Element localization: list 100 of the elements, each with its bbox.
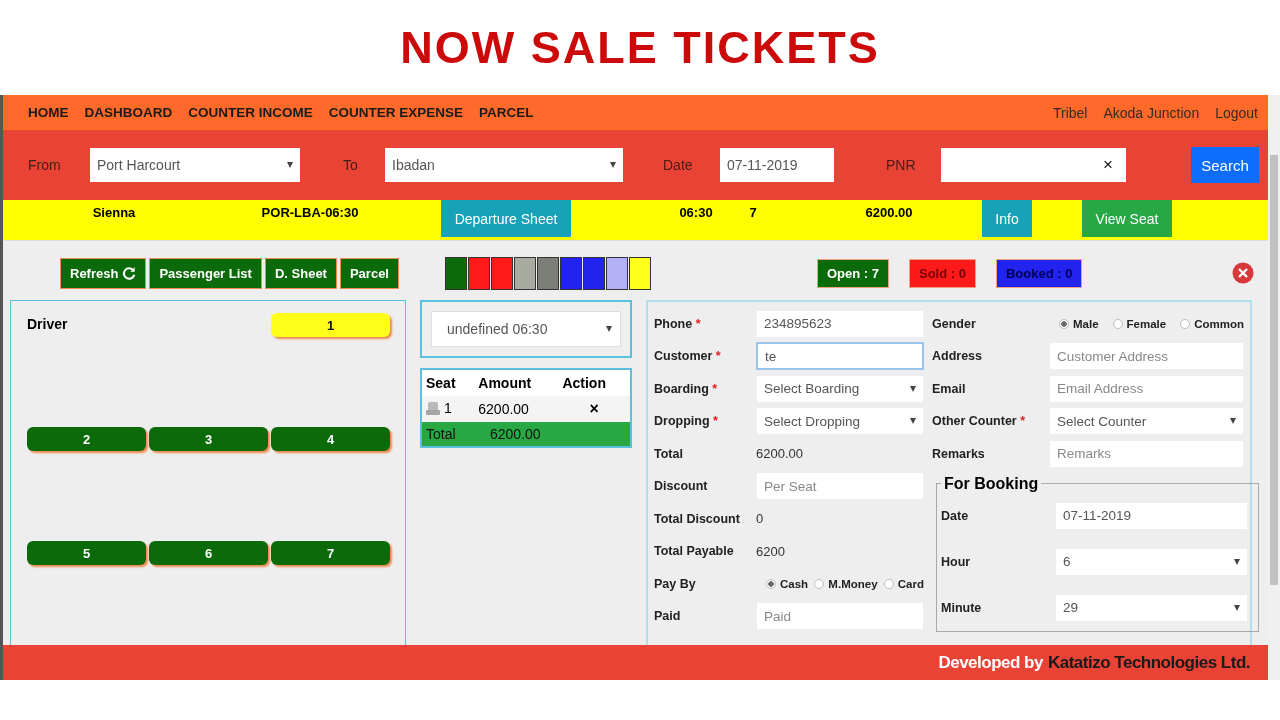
field-label: Minute <box>941 600 983 615</box>
input-field[interactable]: 234895623 <box>756 309 924 338</box>
select-field[interactable]: Select Boarding <box>756 374 924 403</box>
nav-link[interactable]: Logout <box>1215 104 1258 121</box>
close-icon[interactable] <box>1232 262 1254 284</box>
seat-button[interactable]: 3 <box>149 427 268 451</box>
radio-option[interactable]: M.Money <box>814 577 878 590</box>
radio-option[interactable]: Male <box>1059 317 1099 330</box>
from-label: From <box>28 157 62 173</box>
field-label: Hour <box>941 554 972 569</box>
seat-button[interactable]: 4 <box>271 427 390 451</box>
nav-link[interactable]: COUNTER EXPENSE <box>328 105 464 120</box>
video-title: NOW SALE TICKETS <box>400 21 880 74</box>
column-header: Action <box>558 369 631 396</box>
fare: 6200.00 <box>864 205 914 220</box>
column-header: Amount <box>474 369 559 396</box>
field-label: Email <box>932 381 967 396</box>
trip-time: 06:30 <box>678 205 714 220</box>
radio-option[interactable]: Cash <box>766 577 809 590</box>
select-field[interactable]: Select Dropping <box>756 407 924 436</box>
table-cell: 6200.00 <box>474 396 559 422</box>
caret-icon <box>610 162 616 168</box>
field-label: Pay By <box>654 576 697 591</box>
input-field[interactable]: Per Seat <box>756 472 924 501</box>
to-label: To <box>343 157 359 173</box>
select-field[interactable]: Select Counter <box>1049 407 1244 436</box>
trip-code: POR-LBA-06:30 <box>260 205 360 220</box>
caret-icon <box>287 162 293 168</box>
input-field[interactable]: Paid <box>756 602 924 631</box>
field-label: Boarding * <box>654 381 719 396</box>
total-amount: 6200.00 <box>490 426 541 442</box>
table-cell: 1 <box>426 400 452 417</box>
field-value: 6200.00 <box>756 446 803 462</box>
radio-option[interactable]: Female <box>1112 317 1167 330</box>
input-field[interactable]: 07-11-2019 <box>1055 501 1248 530</box>
seat-button[interactable]: 2 <box>27 427 146 451</box>
seat-button[interactable]: 1 <box>271 313 390 337</box>
caret-icon <box>1234 604 1240 611</box>
field-label: Paid <box>654 609 682 624</box>
refresh-icon <box>122 266 137 280</box>
fieldset-legend: For Booking <box>941 474 1042 493</box>
company-name: Katatizo Technologies Ltd. <box>1047 652 1250 673</box>
radio-option[interactable]: Common <box>1180 317 1244 330</box>
count-badge: Open : 7 <box>817 258 889 288</box>
field-label: Customer * <box>654 349 722 364</box>
date-field[interactable]: 07-11-2019 <box>720 148 834 182</box>
field-label: Total Payable <box>654 544 735 559</box>
seat-button[interactable]: 7 <box>271 541 390 565</box>
input-field[interactable]: te <box>756 342 924 371</box>
select-field[interactable]: 6 <box>1055 547 1248 576</box>
radio-option[interactable]: Card <box>883 577 924 590</box>
driver-label: Driver <box>27 315 69 334</box>
nav-link[interactable]: HOME <box>28 105 69 120</box>
input-field[interactable]: Remarks <box>1049 439 1244 468</box>
caret-icon <box>1230 418 1236 425</box>
from-select[interactable]: Port Harcourt <box>90 148 300 182</box>
bus-name: Sienna <box>91 205 137 220</box>
caret-icon <box>910 385 916 392</box>
seat-button[interactable]: 5 <box>27 541 146 565</box>
field-label: Discount <box>654 479 709 494</box>
clear-button[interactable]: × <box>1103 155 1119 175</box>
toolbar-button[interactable]: Passenger List <box>149 257 262 289</box>
toolbar-button[interactable]: Parcel <box>339 257 399 289</box>
caret-icon <box>1234 558 1240 565</box>
nav-link[interactable]: COUNTER INCOME <box>188 105 313 120</box>
nav-link[interactable]: PARCEL <box>479 105 534 120</box>
field-label: Address <box>932 349 984 364</box>
scrollbar[interactable] <box>1268 95 1280 680</box>
field-label: Phone * <box>654 316 702 331</box>
field-label: Dropping * <box>654 414 719 429</box>
remove-button[interactable]: × <box>589 400 599 417</box>
refresh-button[interactable]: Refresh <box>60 257 147 289</box>
seat-icon <box>426 401 440 415</box>
field-label: Other Counter * <box>932 414 1027 429</box>
date-label: Date <box>663 157 694 173</box>
seat-count: 7 <box>748 205 758 220</box>
field-label: Total Discount <box>654 511 741 526</box>
to-select[interactable]: Ibadan <box>385 148 623 182</box>
caret-icon <box>606 326 612 332</box>
field-label: Gender <box>932 316 977 331</box>
seat-button[interactable]: 6 <box>149 541 268 565</box>
field-label: Total <box>654 446 684 461</box>
caret-icon <box>910 418 916 425</box>
field-label: Date <box>941 508 970 523</box>
input-field[interactable]: Customer Address <box>1049 342 1244 371</box>
field-value: 0 <box>756 511 764 527</box>
search-button[interactable]: Search <box>1191 147 1259 183</box>
column-header: Seat <box>421 369 475 396</box>
field-label: Remarks <box>932 446 986 461</box>
select-field[interactable]: 29 <box>1055 593 1248 622</box>
footer-credit: Developed by <box>938 652 1043 673</box>
nav-link[interactable]: Tribel <box>1052 104 1088 121</box>
trip-select[interactable]: undefined 06:30 <box>431 311 621 347</box>
nav-link[interactable]: Akoda Junction <box>1103 104 1200 121</box>
count-badge: Sold : 0 <box>909 258 976 288</box>
toolbar-button[interactable]: D. Sheet <box>264 257 337 289</box>
pnr-label: PNR <box>886 157 917 173</box>
input-field[interactable]: Email Address <box>1049 374 1244 403</box>
nav-link[interactable]: DASHBOARD <box>84 105 173 120</box>
pnr-field[interactable]: × <box>941 148 1126 182</box>
